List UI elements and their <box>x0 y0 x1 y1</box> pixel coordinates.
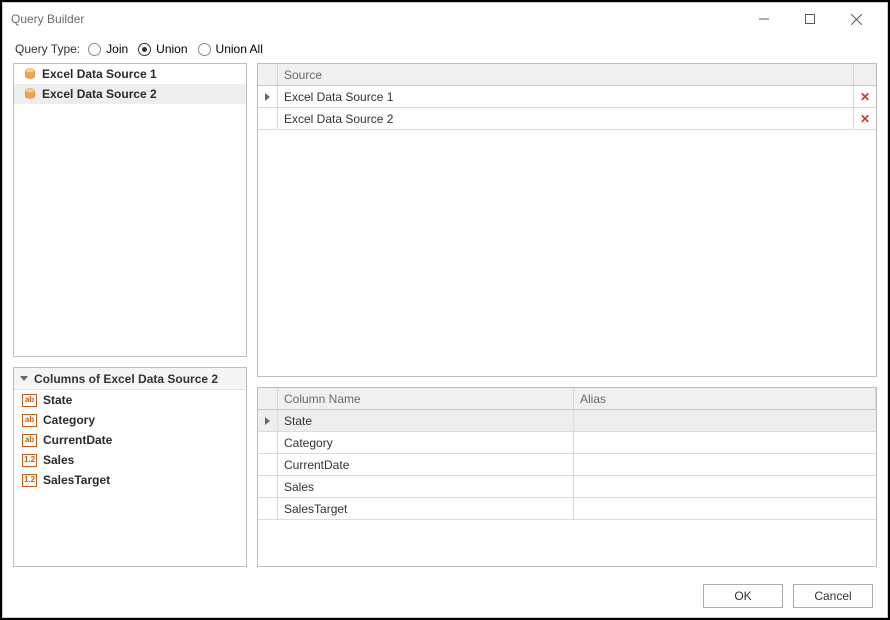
type-badge-icon: ab <box>22 434 37 447</box>
column-item-label: SalesTarget <box>43 473 110 487</box>
close-icon <box>851 14 862 25</box>
query-type-radio-group: Join Union Union All <box>88 42 263 56</box>
table-row[interactable]: Excel Data Source 2 ✕ <box>258 108 876 130</box>
alias-cell[interactable] <box>574 454 876 475</box>
dialog-footer: OK Cancel <box>3 575 887 617</box>
radio-icon <box>198 43 211 56</box>
alias-cell[interactable] <box>574 498 876 519</box>
source-grid: Source Excel Data Source 1✕Excel Data So… <box>257 63 877 377</box>
chevron-down-icon <box>20 376 28 381</box>
columns-panel-header[interactable]: Columns of Excel Data Source 2 <box>14 368 246 390</box>
delete-row-button[interactable]: ✕ <box>854 86 876 107</box>
column-item[interactable]: 1.2 SalesTarget <box>14 470 246 490</box>
table-row[interactable]: Category <box>258 432 876 454</box>
source-cell[interactable]: Excel Data Source 1 <box>278 86 854 107</box>
column-item[interactable]: ab State <box>14 390 246 410</box>
column-item[interactable]: ab Category <box>14 410 246 430</box>
cancel-button[interactable]: Cancel <box>793 584 873 608</box>
radio-icon <box>88 43 101 56</box>
maximize-icon <box>805 14 815 24</box>
radio-union-all[interactable]: Union All <box>198 42 263 56</box>
maximize-button[interactable] <box>787 5 833 33</box>
sources-panel: Excel Data Source 1 Excel Data Source 2 <box>13 63 247 357</box>
delete-icon: ✕ <box>860 90 870 104</box>
titlebar: Query Builder <box>3 3 887 35</box>
column-item-label: CurrentDate <box>43 433 112 447</box>
radio-union-label: Union <box>156 42 187 56</box>
table-row[interactable]: State <box>258 410 876 432</box>
query-type-toolbar: Query Type: Join Union Union All <box>3 35 887 63</box>
row-indicator <box>258 410 278 431</box>
row-indicator <box>258 86 278 107</box>
source-item-label: Excel Data Source 1 <box>42 67 157 81</box>
row-indicator <box>258 454 278 475</box>
query-type-label: Query Type: <box>15 42 80 56</box>
alias-cell[interactable] <box>574 476 876 497</box>
column-name-cell[interactable]: CurrentDate <box>278 454 574 475</box>
close-button[interactable] <box>833 5 879 33</box>
current-row-icon <box>265 93 270 101</box>
column-name-cell[interactable]: State <box>278 410 574 431</box>
radio-union-all-label: Union All <box>216 42 263 56</box>
type-badge-icon: ab <box>22 394 37 407</box>
table-row[interactable]: Sales <box>258 476 876 498</box>
indicator-header <box>258 64 278 85</box>
column-item[interactable]: 1.2 Sales <box>14 450 246 470</box>
column-item[interactable]: ab CurrentDate <box>14 430 246 450</box>
radio-join-label: Join <box>106 42 128 56</box>
source-item-label: Excel Data Source 2 <box>42 87 157 101</box>
source-grid-body: Excel Data Source 1 ✕ Excel Data Source 2 ✕ <box>258 86 876 130</box>
indicator-header <box>258 388 278 409</box>
column-name-header[interactable]: Column Name <box>278 388 574 409</box>
left-column: Excel Data Source 1 Excel Data Source 2 C… <box>13 63 247 567</box>
column-item-label: State <box>43 393 72 407</box>
radio-icon <box>138 43 151 56</box>
minimize-button[interactable] <box>741 5 787 33</box>
column-name-cell[interactable]: Category <box>278 432 574 453</box>
column-item-label: Sales <box>43 453 74 467</box>
alias-cell[interactable] <box>574 432 876 453</box>
action-column-header <box>854 64 876 85</box>
column-grid-header: Column Name Alias <box>258 388 876 410</box>
column-grid-body: StateCategoryCurrentDateSalesSalesTarget <box>258 410 876 520</box>
type-badge-icon: 1.2 <box>22 454 37 467</box>
right-column: Source Excel Data Source 1✕Excel Data So… <box>257 63 877 567</box>
client-area: Excel Data Source 1Excel Data Source 2 C… <box>3 63 887 575</box>
delete-icon: ✕ <box>860 112 870 126</box>
columns-header-text: Columns of Excel Data Source 2 <box>34 372 218 386</box>
source-cell[interactable]: Excel Data Source 2 <box>278 108 854 129</box>
ok-button[interactable]: OK <box>703 584 783 608</box>
row-indicator <box>258 432 278 453</box>
delete-row-button[interactable]: ✕ <box>854 108 876 129</box>
table-row[interactable]: Excel Data Source 1 ✕ <box>258 86 876 108</box>
alias-header[interactable]: Alias <box>574 388 876 409</box>
table-row[interactable]: CurrentDate <box>258 454 876 476</box>
alias-cell[interactable] <box>574 410 876 431</box>
row-indicator <box>258 498 278 519</box>
source-column-header[interactable]: Source <box>278 64 854 85</box>
columns-panel: Columns of Excel Data Source 2 abStateab… <box>13 367 247 567</box>
column-name-cell[interactable]: SalesTarget <box>278 498 574 519</box>
source-item[interactable]: Excel Data Source 1 <box>14 64 246 84</box>
radio-join[interactable]: Join <box>88 42 128 56</box>
window-buttons <box>741 5 879 33</box>
column-item-label: Category <box>43 413 95 427</box>
row-indicator <box>258 476 278 497</box>
window-title: Query Builder <box>11 12 741 26</box>
database-icon <box>24 68 36 80</box>
radio-union[interactable]: Union <box>138 42 187 56</box>
row-indicator <box>258 108 278 129</box>
database-icon <box>24 88 36 100</box>
columns-list: abStateabCategoryabCurrentDate1.2Sales1.… <box>14 390 246 490</box>
minimize-icon <box>759 14 769 24</box>
query-builder-window: Query Builder Query Type: Join Union <box>2 2 888 618</box>
type-badge-icon: ab <box>22 414 37 427</box>
column-name-cell[interactable]: Sales <box>278 476 574 497</box>
table-row[interactable]: SalesTarget <box>258 498 876 520</box>
source-item[interactable]: Excel Data Source 2 <box>14 84 246 104</box>
type-badge-icon: 1.2 <box>22 474 37 487</box>
current-row-icon <box>265 417 270 425</box>
source-grid-header: Source <box>258 64 876 86</box>
column-grid: Column Name Alias StateCategoryCurrentDa… <box>257 387 877 567</box>
